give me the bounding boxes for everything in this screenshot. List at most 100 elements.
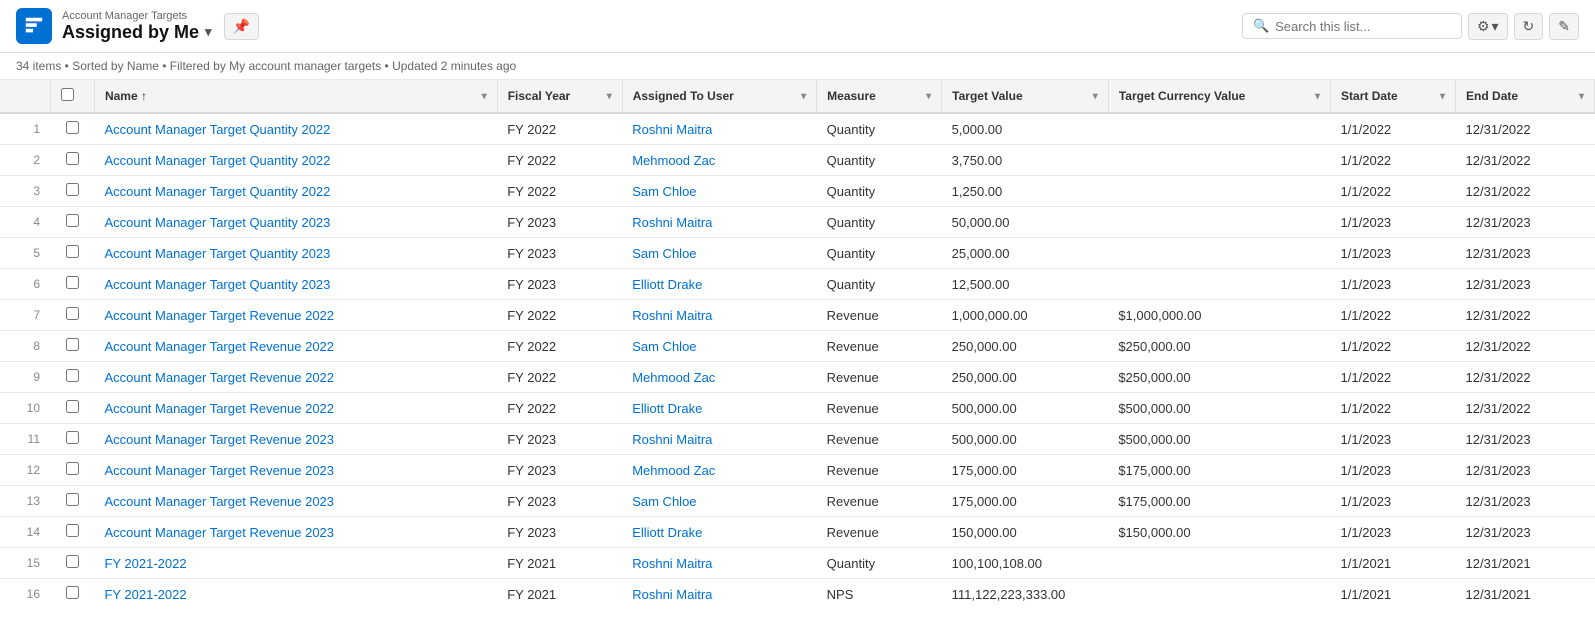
search-input[interactable] [1275, 19, 1451, 34]
col-fy-filter-icon[interactable]: ▾ [607, 91, 612, 102]
col-currency-filter-icon[interactable]: ▾ [1315, 91, 1320, 102]
col-start-filter-icon[interactable]: ▾ [1440, 91, 1445, 102]
row-name-link[interactable]: Account Manager Target Quantity 2022 [104, 122, 330, 137]
col-header-check[interactable] [50, 80, 94, 113]
row-checkbox[interactable] [66, 183, 79, 196]
row-checkbox[interactable] [66, 400, 79, 413]
row-name-link[interactable]: Account Manager Target Revenue 2023 [104, 432, 334, 447]
row-user[interactable]: Sam Chloe [622, 176, 816, 207]
row-name-link[interactable]: Account Manager Target Revenue 2023 [104, 525, 334, 540]
row-user-link[interactable]: Roshni Maitra [632, 432, 712, 447]
row-user-link[interactable]: Roshni Maitra [632, 122, 712, 137]
col-header-name[interactable]: Name ↑ ▾ [94, 80, 497, 113]
row-name-link[interactable]: Account Manager Target Revenue 2022 [104, 370, 334, 385]
col-header-end[interactable]: End Date ▾ [1456, 80, 1595, 113]
row-user[interactable]: Roshni Maitra [622, 548, 816, 579]
row-name-link[interactable]: Account Manager Target Quantity 2023 [104, 277, 330, 292]
search-box[interactable]: 🔍 [1242, 13, 1462, 39]
table-container[interactable]: Name ↑ ▾ Fiscal Year ▾ Assigned To User [0, 80, 1595, 604]
row-name[interactable]: Account Manager Target Quantity 2023 [94, 207, 497, 238]
row-name-link[interactable]: Account Manager Target Revenue 2022 [104, 339, 334, 354]
col-target-filter-icon[interactable]: ▾ [1093, 91, 1098, 102]
row-checkbox-cell[interactable] [50, 300, 94, 331]
row-checkbox-cell[interactable] [50, 362, 94, 393]
col-user-filter-icon[interactable]: ▾ [801, 91, 806, 102]
row-name-link[interactable]: Account Manager Target Quantity 2022 [104, 184, 330, 199]
row-checkbox[interactable] [66, 555, 79, 568]
settings-button[interactable]: ⚙ ▾ [1468, 13, 1508, 40]
row-name[interactable]: Account Manager Target Quantity 2023 [94, 269, 497, 300]
row-user[interactable]: Roshni Maitra [622, 207, 816, 238]
row-user[interactable]: Elliott Drake [622, 393, 816, 424]
row-user-link[interactable]: Elliott Drake [632, 277, 702, 292]
row-checkbox[interactable] [66, 121, 79, 134]
row-name[interactable]: Account Manager Target Quantity 2022 [94, 145, 497, 176]
row-checkbox[interactable] [66, 369, 79, 382]
row-name[interactable]: Account Manager Target Revenue 2022 [94, 331, 497, 362]
row-checkbox-cell[interactable] [50, 176, 94, 207]
row-checkbox[interactable] [66, 245, 79, 258]
row-user[interactable]: Roshni Maitra [622, 300, 816, 331]
row-user[interactable]: Sam Chloe [622, 486, 816, 517]
row-user-link[interactable]: Roshni Maitra [632, 215, 712, 230]
row-name[interactable]: Account Manager Target Revenue 2023 [94, 424, 497, 455]
col-header-user[interactable]: Assigned To User ▾ [622, 80, 816, 113]
row-user-link[interactable]: Sam Chloe [632, 246, 696, 261]
row-user-link[interactable]: Roshni Maitra [632, 556, 712, 571]
row-checkbox-cell[interactable] [50, 579, 94, 605]
row-checkbox-cell[interactable] [50, 145, 94, 176]
row-user-link[interactable]: Sam Chloe [632, 339, 696, 354]
row-checkbox-cell[interactable] [50, 331, 94, 362]
select-all-checkbox[interactable] [61, 88, 74, 101]
row-checkbox[interactable] [66, 493, 79, 506]
row-checkbox[interactable] [66, 524, 79, 537]
row-checkbox[interactable] [66, 152, 79, 165]
col-header-currency[interactable]: Target Currency Value ▾ [1108, 80, 1330, 113]
row-checkbox-cell[interactable] [50, 548, 94, 579]
col-name-filter-icon[interactable]: ▾ [482, 91, 487, 102]
row-user-link[interactable]: Elliott Drake [632, 525, 702, 540]
row-name-link[interactable]: Account Manager Target Revenue 2023 [104, 463, 334, 478]
col-header-fy[interactable]: Fiscal Year ▾ [497, 80, 622, 113]
row-name-link[interactable]: Account Manager Target Revenue 2022 [104, 308, 334, 323]
row-checkbox-cell[interactable] [50, 486, 94, 517]
row-user[interactable]: Elliott Drake [622, 517, 816, 548]
row-user[interactable]: Roshni Maitra [622, 579, 816, 605]
row-name[interactable]: Account Manager Target Revenue 2023 [94, 455, 497, 486]
row-name[interactable]: Account Manager Target Quantity 2022 [94, 176, 497, 207]
row-user-link[interactable]: Mehmood Zac [632, 463, 715, 478]
row-name-link[interactable]: Account Manager Target Quantity 2023 [104, 246, 330, 261]
row-user-link[interactable]: Mehmood Zac [632, 153, 715, 168]
row-checkbox-cell[interactable] [50, 238, 94, 269]
row-checkbox[interactable] [66, 307, 79, 320]
row-name[interactable]: Account Manager Target Quantity 2022 [94, 113, 497, 145]
pin-button[interactable]: 📌 [224, 13, 259, 40]
row-user[interactable]: Elliott Drake [622, 269, 816, 300]
row-checkbox[interactable] [66, 431, 79, 444]
row-user[interactable]: Mehmood Zac [622, 145, 816, 176]
row-name[interactable]: Account Manager Target Quantity 2023 [94, 238, 497, 269]
row-name-link[interactable]: Account Manager Target Quantity 2022 [104, 153, 330, 168]
row-name[interactable]: FY 2021-2022 [94, 548, 497, 579]
row-name[interactable]: Account Manager Target Revenue 2022 [94, 362, 497, 393]
row-checkbox[interactable] [66, 214, 79, 227]
row-user[interactable]: Roshni Maitra [622, 113, 816, 145]
row-name-link[interactable]: Account Manager Target Revenue 2022 [104, 401, 334, 416]
row-checkbox-cell[interactable] [50, 517, 94, 548]
row-user[interactable]: Roshni Maitra [622, 424, 816, 455]
row-checkbox[interactable] [66, 338, 79, 351]
row-user-link[interactable]: Elliott Drake [632, 401, 702, 416]
col-header-measure[interactable]: Measure ▾ [817, 80, 942, 113]
row-name-link[interactable]: FY 2021-2022 [104, 587, 186, 602]
row-checkbox[interactable] [66, 462, 79, 475]
row-checkbox[interactable] [66, 586, 79, 599]
row-name[interactable]: Account Manager Target Revenue 2023 [94, 486, 497, 517]
row-checkbox-cell[interactable] [50, 207, 94, 238]
col-header-target[interactable]: Target Value ▾ [942, 80, 1109, 113]
row-user-link[interactable]: Roshni Maitra [632, 587, 712, 602]
row-user[interactable]: Mehmood Zac [622, 362, 816, 393]
row-checkbox[interactable] [66, 276, 79, 289]
row-name[interactable]: Account Manager Target Revenue 2023 [94, 517, 497, 548]
row-name-link[interactable]: Account Manager Target Quantity 2023 [104, 215, 330, 230]
row-user[interactable]: Sam Chloe [622, 238, 816, 269]
